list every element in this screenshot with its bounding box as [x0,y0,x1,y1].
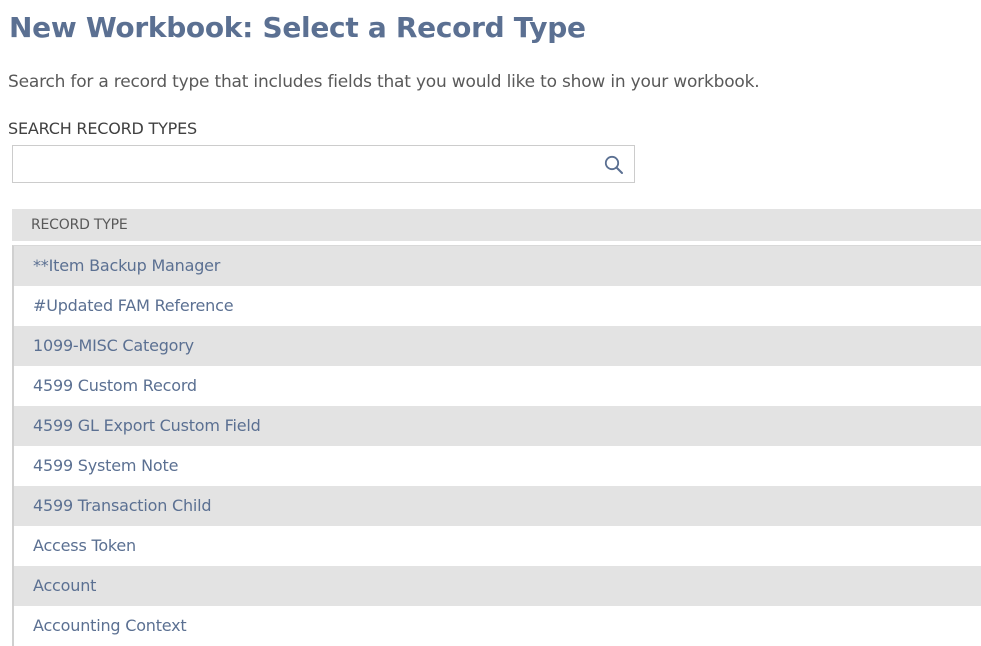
record-type-list: **Item Backup Manager #Updated FAM Refer… [12,245,981,646]
list-item[interactable]: **Item Backup Manager [14,246,981,286]
list-item-label: 4599 Transaction Child [33,496,212,515]
list-item[interactable]: 4599 Custom Record [14,366,981,406]
list-item-label: 4599 Custom Record [33,376,197,395]
search-label: SEARCH RECORD TYPES [8,119,197,138]
list-item[interactable]: 4599 GL Export Custom Field [14,406,981,446]
list-item-label: Account [33,576,97,595]
column-header-label: RECORD TYPE [31,217,128,233]
list-item[interactable]: 1099-MISC Category [14,326,981,366]
list-item-label: 4599 System Note [33,456,179,475]
column-header-record-type[interactable]: RECORD TYPE [12,209,981,241]
page-title: New Workbook: Select a Record Type [9,11,586,44]
list-item-label: Accounting Context [33,616,187,635]
list-item[interactable]: Access Token [14,526,981,566]
page-description: Search for a record type that includes f… [8,72,760,92]
list-item-label: 1099-MISC Category [33,336,194,355]
list-item-label: Access Token [33,536,136,555]
list-item[interactable]: 4599 System Note [14,446,981,486]
search-input[interactable] [13,146,593,182]
search-icon[interactable] [604,155,624,175]
list-item-label: #Updated FAM Reference [33,296,234,315]
list-item-label: 4599 GL Export Custom Field [33,416,261,435]
search-field [12,145,635,183]
list-item[interactable]: Accounting Context [14,606,981,646]
list-item[interactable]: 4599 Transaction Child [14,486,981,526]
list-item[interactable]: Account [14,566,981,606]
list-item[interactable]: #Updated FAM Reference [14,286,981,326]
list-item-label: **Item Backup Manager [33,256,221,275]
